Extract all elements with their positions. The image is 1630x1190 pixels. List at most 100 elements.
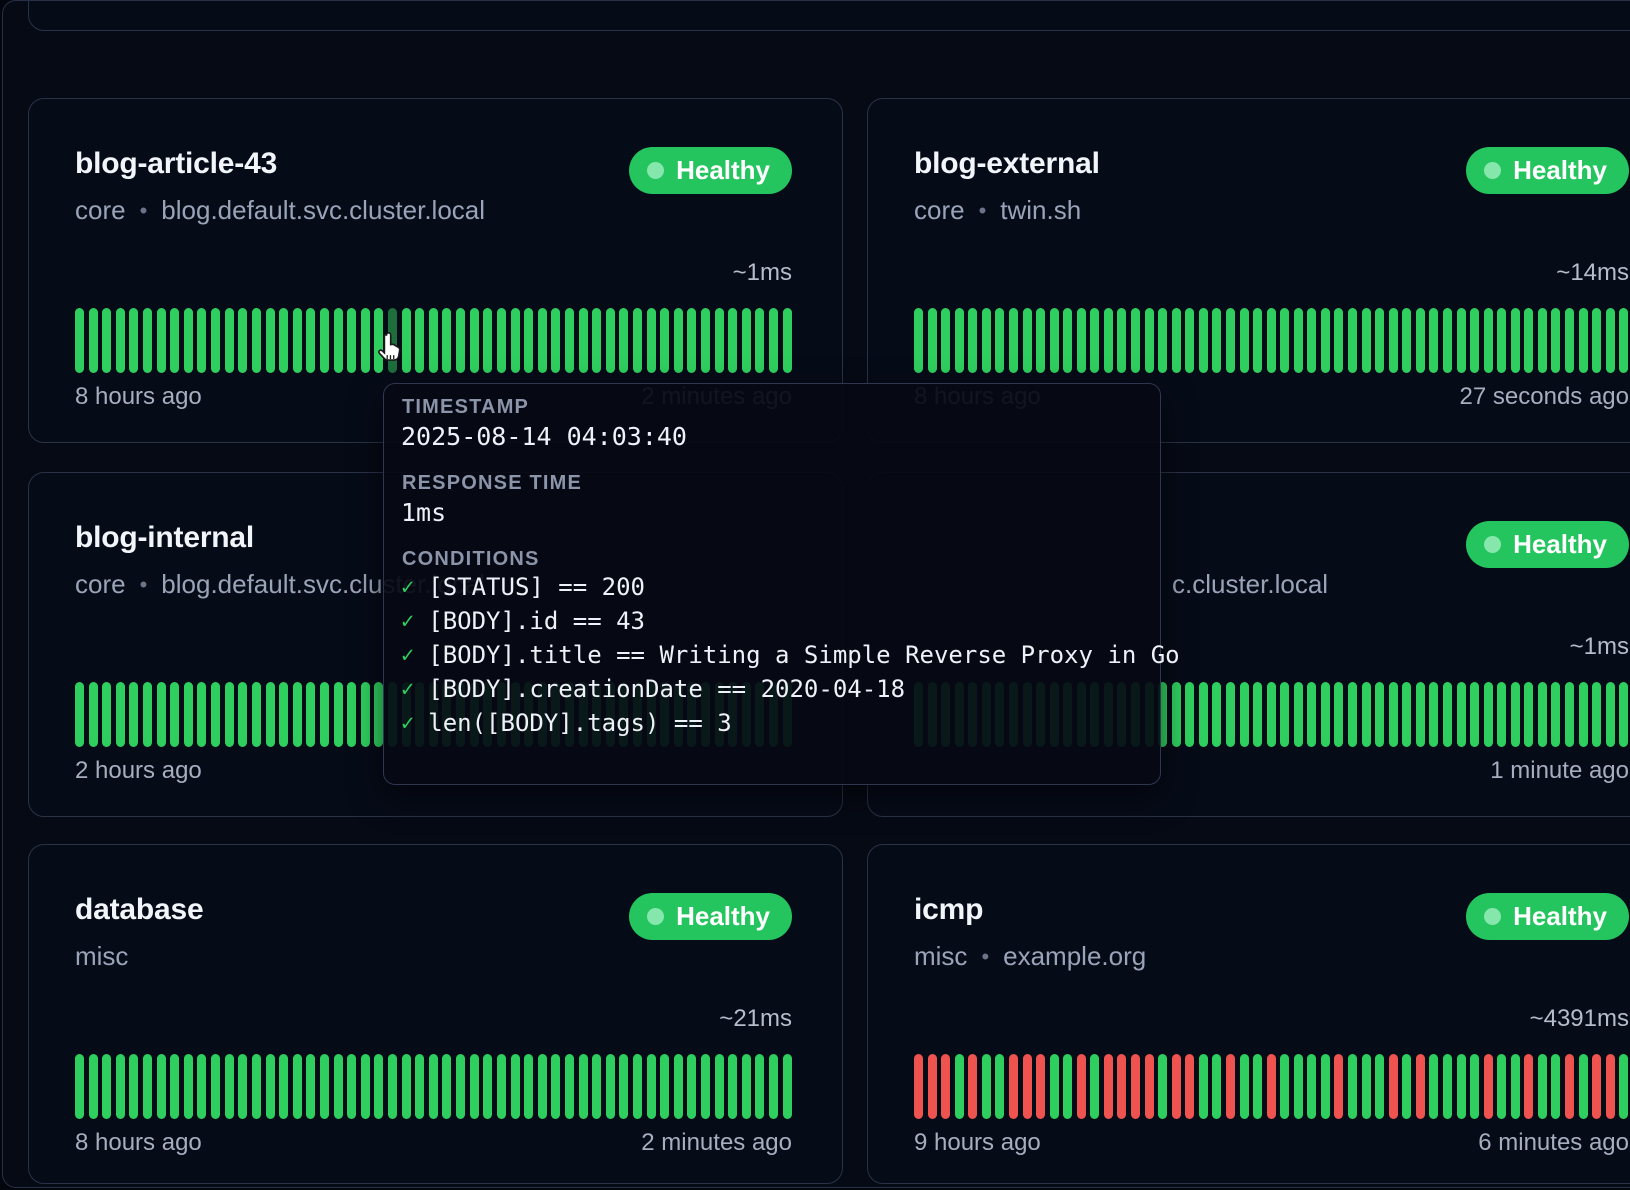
uptime-bars[interactable] bbox=[914, 1054, 1629, 1119]
status-bar[interactable] bbox=[89, 308, 98, 373]
status-bar[interactable] bbox=[715, 1054, 724, 1119]
status-bar[interactable] bbox=[1375, 308, 1384, 373]
status-bar[interactable] bbox=[1036, 308, 1045, 373]
status-bar[interactable] bbox=[102, 308, 111, 373]
status-bar[interactable] bbox=[143, 1054, 152, 1119]
status-bar[interactable] bbox=[361, 1054, 370, 1119]
status-bar[interactable] bbox=[1185, 308, 1194, 373]
status-bar[interactable] bbox=[75, 308, 84, 373]
status-bar[interactable] bbox=[347, 1054, 356, 1119]
card-icmp[interactable]: icmp misc • example.org Healthy ~4391ms … bbox=[867, 844, 1630, 1184]
status-bar[interactable] bbox=[742, 308, 751, 373]
status-bar[interactable] bbox=[674, 308, 683, 373]
status-bar[interactable] bbox=[592, 1054, 601, 1119]
status-bar[interactable] bbox=[306, 682, 315, 747]
status-bar[interactable] bbox=[633, 308, 642, 373]
status-bar[interactable] bbox=[402, 1054, 411, 1119]
status-bar[interactable] bbox=[225, 308, 234, 373]
status-bar[interactable] bbox=[1212, 1054, 1221, 1119]
status-bar[interactable] bbox=[483, 308, 492, 373]
status-bar[interactable] bbox=[687, 1054, 696, 1119]
status-bar[interactable] bbox=[1253, 682, 1262, 747]
status-bar[interactable] bbox=[197, 1054, 206, 1119]
status-bar[interactable] bbox=[1172, 1054, 1181, 1119]
status-bar[interactable] bbox=[592, 308, 601, 373]
status-bar[interactable] bbox=[1226, 682, 1235, 747]
status-bar[interactable] bbox=[1212, 682, 1221, 747]
status-bar[interactable] bbox=[660, 308, 669, 373]
status-bar[interactable] bbox=[995, 1054, 1004, 1119]
status-bar[interactable] bbox=[129, 682, 138, 747]
status-bar[interactable] bbox=[184, 682, 193, 747]
status-bar[interactable] bbox=[75, 1054, 84, 1119]
status-bar[interactable] bbox=[1565, 682, 1574, 747]
status-bar[interactable] bbox=[1416, 308, 1425, 373]
status-bar[interactable] bbox=[755, 1054, 764, 1119]
status-bar[interactable] bbox=[388, 1054, 397, 1119]
status-bar[interactable] bbox=[442, 308, 451, 373]
status-bar[interactable] bbox=[1592, 682, 1601, 747]
status-bar[interactable] bbox=[456, 1054, 465, 1119]
status-bar[interactable] bbox=[1497, 308, 1506, 373]
status-bar[interactable] bbox=[1280, 308, 1289, 373]
status-bar[interactable] bbox=[1294, 682, 1303, 747]
status-bar[interactable] bbox=[1579, 1054, 1588, 1119]
status-bar[interactable] bbox=[334, 308, 343, 373]
status-bar[interactable] bbox=[769, 308, 778, 373]
status-bar[interactable] bbox=[511, 308, 520, 373]
status-bar[interactable] bbox=[1538, 308, 1547, 373]
status-bar[interactable] bbox=[1063, 1054, 1072, 1119]
status-bar[interactable] bbox=[1117, 1054, 1126, 1119]
status-bar[interactable] bbox=[497, 308, 506, 373]
status-bar[interactable] bbox=[928, 1054, 937, 1119]
status-bar[interactable] bbox=[1267, 308, 1276, 373]
status-bar[interactable] bbox=[1226, 1054, 1235, 1119]
status-bar[interactable] bbox=[1240, 308, 1249, 373]
status-bar[interactable] bbox=[1592, 308, 1601, 373]
status-bar[interactable] bbox=[266, 1054, 275, 1119]
status-bar[interactable] bbox=[75, 682, 84, 747]
status-bar[interactable] bbox=[1334, 1054, 1343, 1119]
status-bar[interactable] bbox=[1348, 308, 1357, 373]
status-bar[interactable] bbox=[1145, 1054, 1154, 1119]
status-bar[interactable] bbox=[1375, 1054, 1384, 1119]
status-bar[interactable] bbox=[1402, 682, 1411, 747]
status-bar[interactable] bbox=[1307, 308, 1316, 373]
status-bar[interactable] bbox=[429, 1054, 438, 1119]
status-bar[interactable] bbox=[374, 1054, 383, 1119]
status-bar[interactable] bbox=[1307, 682, 1316, 747]
status-bar[interactable] bbox=[1402, 308, 1411, 373]
status-bar[interactable] bbox=[1606, 682, 1615, 747]
status-bar[interactable] bbox=[211, 308, 220, 373]
status-bar[interactable] bbox=[1484, 682, 1493, 747]
status-bar[interactable] bbox=[143, 308, 152, 373]
status-bar[interactable] bbox=[1104, 308, 1113, 373]
status-bar[interactable] bbox=[647, 308, 656, 373]
status-bar[interactable] bbox=[170, 308, 179, 373]
status-bar[interactable] bbox=[1579, 682, 1588, 747]
status-bar[interactable] bbox=[619, 308, 628, 373]
status-bar[interactable] bbox=[1321, 308, 1330, 373]
status-bar[interactable] bbox=[1606, 308, 1615, 373]
status-bar[interactable] bbox=[687, 308, 696, 373]
status-bar[interactable] bbox=[928, 308, 937, 373]
status-bar[interactable] bbox=[116, 308, 125, 373]
status-bar[interactable] bbox=[1158, 308, 1167, 373]
status-bar[interactable] bbox=[769, 1054, 778, 1119]
status-bar[interactable] bbox=[1443, 682, 1452, 747]
status-bar[interactable] bbox=[143, 682, 152, 747]
status-bar[interactable] bbox=[1050, 308, 1059, 373]
status-bar[interactable] bbox=[252, 1054, 261, 1119]
status-bar[interactable] bbox=[1294, 308, 1303, 373]
status-bar[interactable] bbox=[1267, 1054, 1276, 1119]
status-bar[interactable] bbox=[320, 1054, 329, 1119]
status-bar[interactable] bbox=[1321, 682, 1330, 747]
uptime-bars[interactable] bbox=[75, 308, 792, 373]
status-bar[interactable] bbox=[157, 308, 166, 373]
status-bar[interactable] bbox=[170, 682, 179, 747]
status-bar[interactable] bbox=[1524, 308, 1533, 373]
status-bar[interactable] bbox=[1131, 308, 1140, 373]
status-bar[interactable] bbox=[320, 682, 329, 747]
status-bar[interactable] bbox=[1497, 682, 1506, 747]
status-bar[interactable] bbox=[1375, 682, 1384, 747]
